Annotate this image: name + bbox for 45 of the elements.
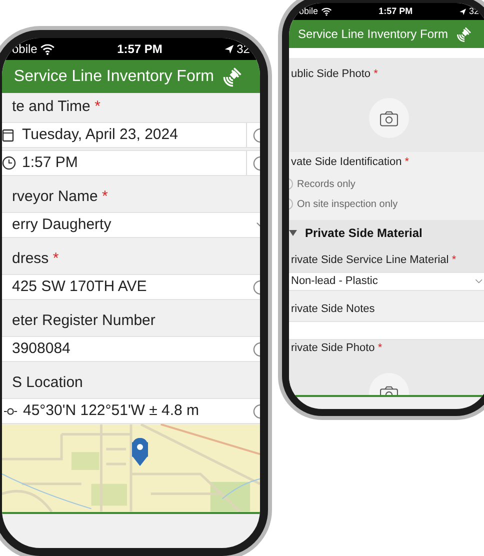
status-time: 1:57 PM [378,4,413,18]
location-arrow-icon [459,8,467,16]
dropdown-field[interactable]: erry Daugherty [2,212,260,238]
field-label: ublic Side Photo * [291,66,378,82]
field-value: 3908084 [12,338,72,359]
input-field[interactable]: 45°30'N 122°51'W ± 4.8 m [2,398,260,424]
status-time: 1:57 PM [117,41,162,58]
satellite-icon [222,66,244,88]
wifi-icon [321,6,332,16]
wifi-icon [40,42,56,56]
dropdown-field[interactable]: Non-lead - Plastic [289,272,484,291]
calendar-icon [2,128,16,142]
field-value: Non-lead - Plastic [291,274,379,290]
field-label: eter Register Number [12,310,156,330]
input-field[interactable]: 425 SW 170TH AVE [2,274,260,300]
field-label: rivate Side Notes [291,302,375,316]
field-value: 1:57 PM [22,152,78,173]
camera-button[interactable] [369,98,409,138]
form-title: Service Line Inventory Form [14,66,214,86]
radio-option[interactable]: Records only [289,174,484,194]
field-value: 425 SW 170TH AVE [12,276,148,297]
field-value: Tuesday, April 23, 2024 [22,124,178,145]
input-field[interactable]: 3908084 [2,336,260,362]
carrier-label: obile [12,41,38,58]
map-pin-icon [132,438,148,466]
satellite-icon [456,26,473,42]
field-label: dress * [12,248,59,268]
group-header[interactable]: Private Side Material [289,220,484,242]
field-label: te and Time * [12,96,100,116]
field-label: rivate Side Service Line Material * [291,252,456,268]
field-label: rveyor Name * [12,186,108,206]
clock-icon [2,156,16,170]
time-field[interactable]: 1:57 PM [2,150,260,176]
camera-icon [379,109,399,127]
form-title: Service Line Inventory Form [298,26,448,43]
date-field[interactable]: Tuesday, April 23, 2024 [2,122,260,148]
field-label: S Location [12,372,83,392]
radio-option[interactable]: On site inspection only [289,194,484,214]
location-arrow-icon [224,44,235,54]
field-label: vate Side Identification * [291,154,410,170]
input-field[interactable] [289,321,484,340]
chevron-down-icon [475,279,483,284]
field-value: 45°30'N 122°51'W ± 4.8 m [23,400,200,421]
field-label: rivate Side Photo * [291,341,382,356]
field-value: erry Daugherty [12,214,112,235]
